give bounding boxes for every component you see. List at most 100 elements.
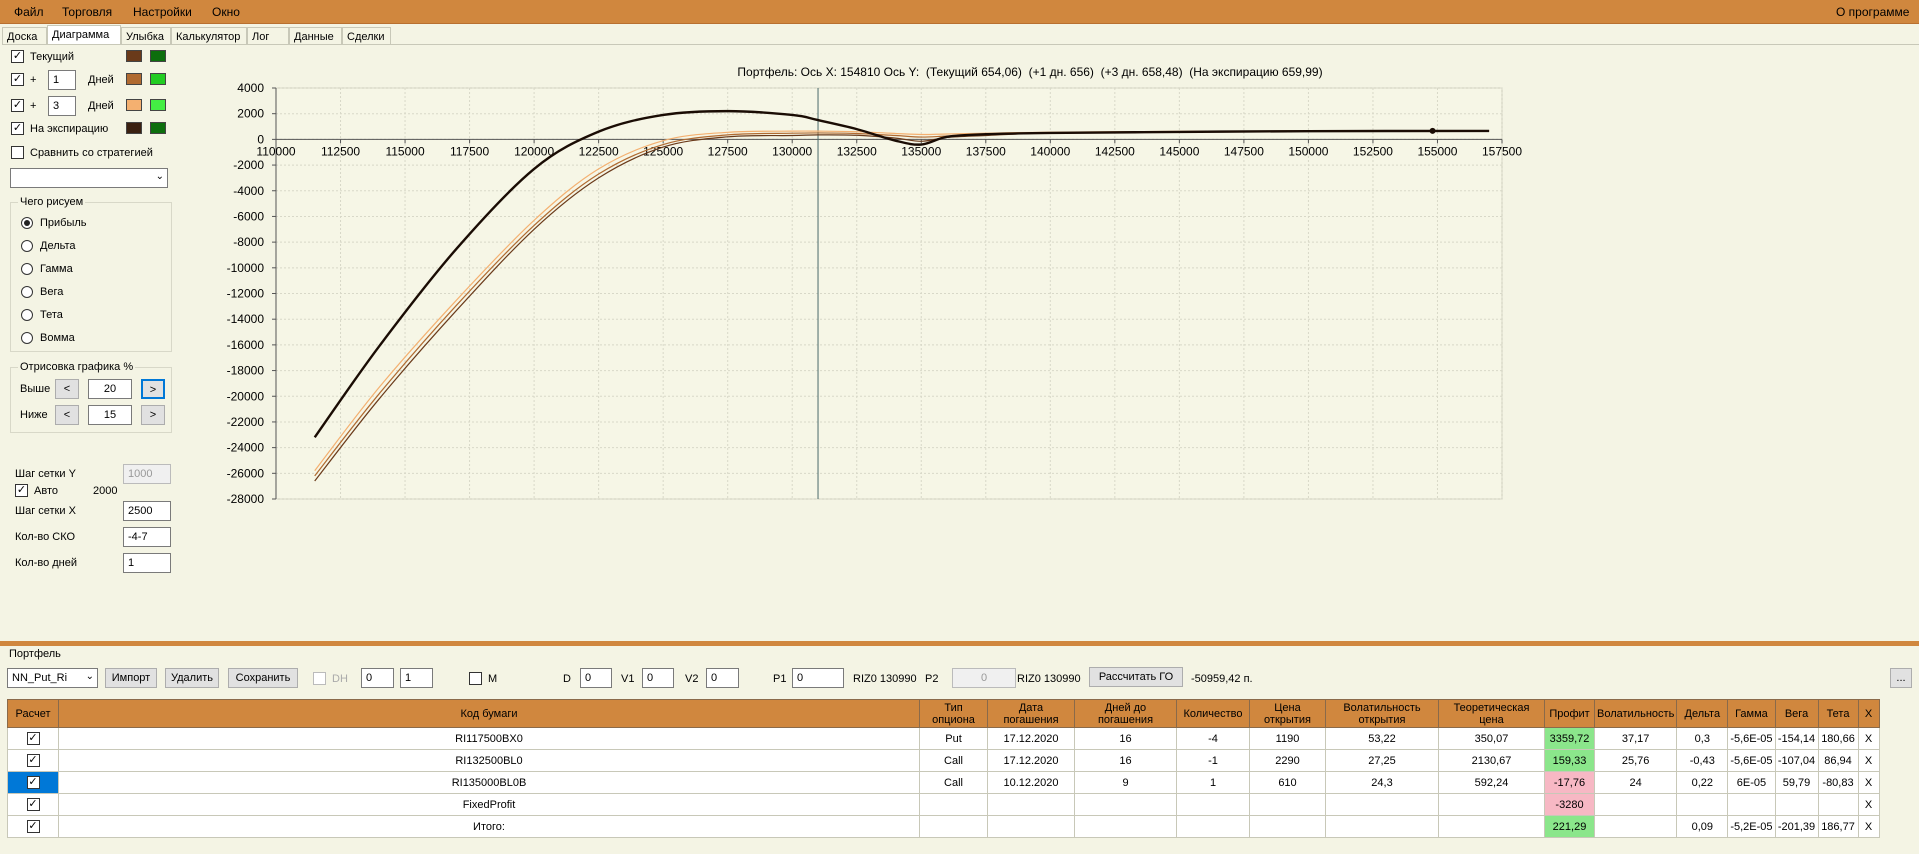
y-tick-label: -2000 (233, 158, 264, 172)
calc-cell[interactable]: ✓ (7, 771, 59, 794)
table-cell (1074, 815, 1177, 838)
y-tick-label: -20000 (227, 389, 265, 403)
table-cell: 2130,67 (1438, 749, 1545, 772)
x-tick-label: 110000 (256, 144, 295, 158)
remove-row-button[interactable]: X (1857, 815, 1880, 838)
x-tick-label: 147500 (1224, 144, 1264, 158)
column-header[interactable]: Волатильность (1593, 699, 1678, 728)
y-tick-label: -28000 (227, 492, 265, 506)
v1-input[interactable]: 0 (642, 668, 674, 688)
table-cell: 1 (1176, 771, 1250, 794)
remove-row-button[interactable]: X (1857, 727, 1880, 750)
table-cell: RI135000BL0B (58, 771, 920, 794)
table-cell: 86,94 (1817, 749, 1859, 772)
table-cell (1074, 793, 1177, 816)
table-cell: 24 (1593, 771, 1678, 794)
calc-checkbox[interactable]: ✓ (26, 754, 40, 767)
table-row[interactable]: ✓ RI117500BX0 Put 17.12.2020 16 -4 1190 53,22 35… (7, 727, 1880, 750)
table-cell (1774, 793, 1819, 816)
calc-checkbox[interactable]: ✓ (26, 776, 40, 789)
table-cell: -5,6E-05 (1727, 727, 1776, 750)
portfolio-select[interactable]: NN_Put_Ri ⌄ (7, 668, 98, 688)
calc-cell[interactable]: ✓ (7, 793, 59, 816)
column-header[interactable]: Профит (1544, 699, 1595, 728)
table-cell (1176, 793, 1250, 816)
column-header[interactable]: Код бумаги (58, 699, 920, 728)
x-tick-label: 140000 (1030, 144, 1070, 158)
table-cell: -201,39 (1774, 815, 1819, 838)
remove-row-button[interactable]: X (1857, 793, 1880, 816)
y-tick-label: -24000 (227, 441, 265, 455)
table-cell: 59,79 (1774, 771, 1819, 794)
y-tick-label: 2000 (237, 107, 264, 121)
y-tick-label: -18000 (227, 364, 265, 378)
table-cell (1249, 815, 1326, 838)
column-header[interactable]: Количество (1176, 699, 1250, 728)
dh-a-spin[interactable]: 0 (361, 668, 394, 688)
table-cell: 350,07 (1438, 727, 1545, 750)
v2-input[interactable]: 0 (706, 668, 739, 688)
table-cell: RI132500BL0 (58, 749, 920, 772)
column-header[interactable]: Дней до погашения (1074, 699, 1177, 728)
table-header-row: Расчет Код бумаги Тип опциона Дата погашени… (7, 699, 1880, 728)
table-cell: 0,3 (1676, 727, 1729, 750)
y-tick-label: -26000 (227, 466, 265, 480)
table-cell (919, 815, 988, 838)
v1-label: V1 (621, 673, 635, 685)
go-value: -50959,42 п. (1191, 673, 1253, 685)
y-tick-label: -6000 (233, 209, 264, 223)
d-input[interactable]: 0 (580, 668, 612, 688)
table-row[interactable]: ✓ RI132500BL0 Call 17.12.2020 16 -1 2290 27,25 2… (7, 749, 1880, 772)
column-header[interactable]: Дельта (1676, 699, 1729, 728)
column-header[interactable]: Теоретическая цена (1438, 699, 1545, 728)
calc-checkbox[interactable]: ✓ (26, 732, 40, 745)
p2-input[interactable]: 0 (952, 668, 1016, 688)
x-tick-label: 155000 (1417, 144, 1457, 158)
column-header[interactable]: Гамма (1727, 699, 1776, 728)
table-row[interactable]: ✓ Итого: 221,29 0,09 -5,2E-05 -201,39 186,77 X (7, 815, 1880, 838)
column-header[interactable]: Волатильность открытия (1325, 699, 1439, 728)
x-tick-label: 157500 (1482, 144, 1522, 158)
x-tick-label: 115000 (385, 144, 424, 158)
table-cell: 180,66 (1817, 727, 1859, 750)
dh-checkbox[interactable] (313, 672, 326, 685)
column-header[interactable]: X (1857, 699, 1880, 728)
dh-b-spin[interactable]: 1 (400, 668, 433, 688)
table-cell: Call (919, 749, 988, 772)
calc-cell[interactable]: ✓ (7, 749, 59, 772)
column-header[interactable]: Тета (1817, 699, 1859, 728)
delete-button[interactable]: Удалить (165, 668, 219, 688)
table-row[interactable]: ✓ RI135000BL0B Call 10.12.2020 9 1 610 24,3 592,… (7, 771, 1880, 794)
table-cell: 17.12.2020 (987, 727, 1075, 750)
m-checkbox[interactable] (469, 672, 482, 685)
panel-splitter[interactable] (0, 641, 1919, 646)
x-tick-label: 117500 (450, 144, 489, 158)
table-row[interactable]: ✓ FixedProfit -3280 X (7, 793, 1880, 816)
column-header[interactable]: Тип опциона (919, 699, 988, 728)
table-cell: 17.12.2020 (987, 749, 1075, 772)
column-header[interactable]: Вега (1774, 699, 1819, 728)
calc-cell[interactable]: ✓ (7, 815, 59, 838)
table-cell: 10.12.2020 (987, 771, 1075, 794)
save-button[interactable]: Сохранить (228, 668, 298, 688)
calc-cell[interactable]: ✓ (7, 727, 59, 750)
profit-chart[interactable]: 110000 112500 115000 117500 120000 122500 1250… (0, 0, 1919, 640)
column-header[interactable]: Расчет (7, 699, 59, 728)
table-cell: Итого: (58, 815, 920, 838)
more-button[interactable]: ... (1890, 668, 1912, 688)
import-button[interactable]: Импорт (105, 668, 157, 688)
remove-row-button[interactable]: X (1857, 771, 1880, 794)
table-cell: -17,76 (1544, 771, 1595, 794)
table-cell: 159,33 (1544, 749, 1595, 772)
x-tick-label: 137500 (966, 144, 1006, 158)
p1-input[interactable]: 0 (792, 668, 844, 688)
calc-checkbox[interactable]: ✓ (26, 798, 40, 811)
p2-code: RIZ0 130990 (1017, 673, 1081, 685)
remove-row-button[interactable]: X (1857, 749, 1880, 772)
x-tick-label: 132500 (837, 144, 877, 158)
calc-go-button[interactable]: Рассчитать ГО (1089, 667, 1183, 687)
table-cell: FixedProfit (58, 793, 920, 816)
calc-checkbox[interactable]: ✓ (26, 820, 40, 833)
column-header[interactable]: Дата погашения (987, 699, 1075, 728)
column-header[interactable]: Цена открытия (1249, 699, 1326, 728)
